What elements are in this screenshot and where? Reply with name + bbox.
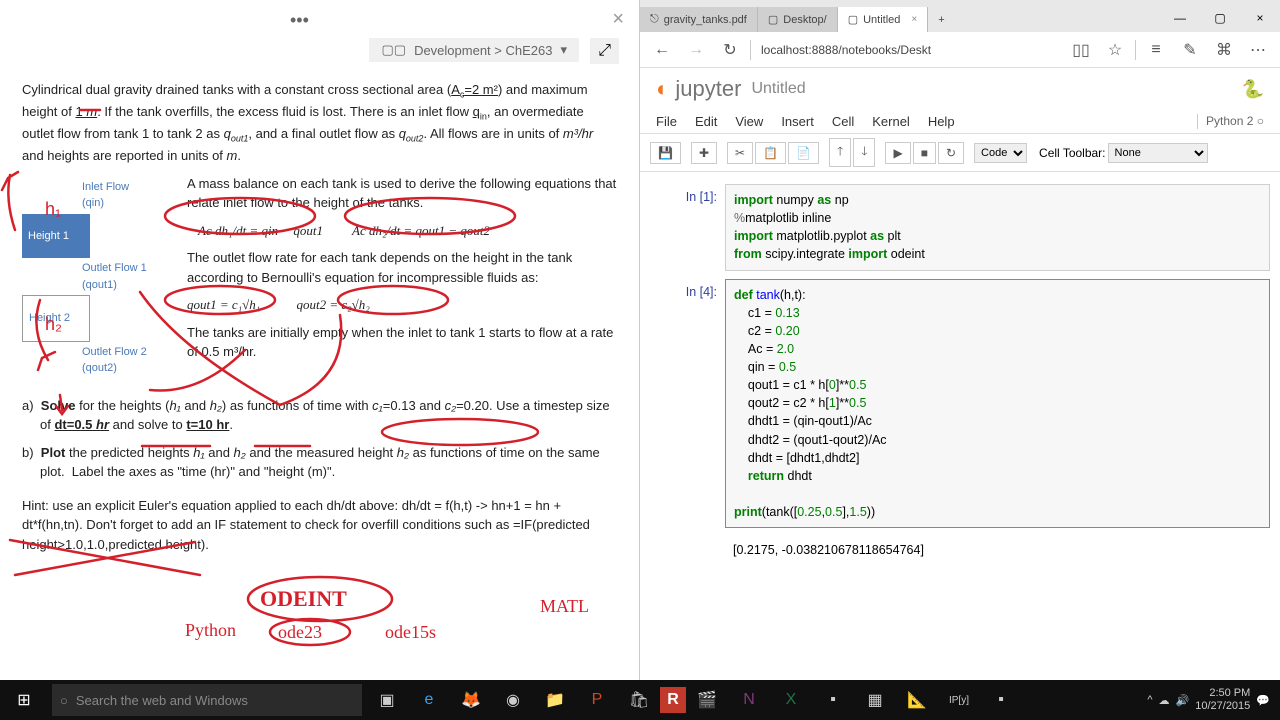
- breadcrumb-text: Development > ChE263: [414, 43, 552, 58]
- toolbar: 💾 ✚ ✂ 📋 📄 🡑 🡓 ▶ ■ ↻ Code Cell Toolbar: N…: [640, 134, 1280, 172]
- app-icon[interactable]: ▦: [854, 680, 896, 720]
- add-cell-button[interactable]: ✚: [691, 142, 717, 164]
- output-cell: [0.2175, -0.038210678118654764]: [650, 536, 1270, 566]
- move-up-button[interactable]: 🡑: [829, 138, 851, 167]
- menu-insert[interactable]: Insert: [781, 114, 814, 129]
- terminal-icon[interactable]: ▪: [980, 680, 1022, 720]
- move-down-button[interactable]: 🡓: [853, 138, 875, 167]
- menu-kernel[interactable]: Kernel: [872, 114, 910, 129]
- intro-text: Cylindrical dual gravity drained tanks w…: [22, 80, 617, 166]
- new-tab-button[interactable]: +: [928, 8, 954, 32]
- browser-tabs: ⎋gravity_tanks.pdf ▢Desktop/ ▢Untitled× …: [640, 0, 1280, 32]
- system-tray[interactable]: ^ ☁ 🔊 2:50 PM 10/27/2015 💬: [1147, 687, 1280, 713]
- prompt: In [1]:: [650, 184, 725, 271]
- explorer-icon[interactable]: 📁: [534, 680, 576, 720]
- onedrive-icon[interactable]: ☁: [1159, 694, 1170, 707]
- menu-cell[interactable]: Cell: [832, 114, 854, 129]
- celltoolbar-label: Cell Toolbar:: [1039, 146, 1105, 160]
- matlab-icon[interactable]: 📐: [896, 680, 938, 720]
- favorite-icon[interactable]: ☆: [1101, 36, 1129, 64]
- menubar: File Edit View Insert Cell Kernel Help P…: [640, 110, 1280, 134]
- menu-edit[interactable]: Edit: [695, 114, 717, 129]
- notebook-area[interactable]: In [1]: import numpy as np%matplotlib in…: [640, 172, 1280, 680]
- chevron-down-icon: ▾: [560, 42, 567, 58]
- more-icon[interactable]: ⋯: [1244, 36, 1272, 64]
- breadcrumb[interactable]: ▢▢ Development > ChE263 ▾: [369, 38, 579, 62]
- handwriting-ode15s: ode15s: [385, 622, 436, 643]
- stop-button[interactable]: ■: [913, 142, 936, 164]
- clock[interactable]: 2:50 PM 10/27/2015: [1195, 687, 1250, 713]
- edge-icon[interactable]: e: [408, 680, 450, 720]
- camtasia-icon[interactable]: 🎬: [686, 680, 728, 720]
- hub-icon[interactable]: ≡: [1142, 36, 1170, 64]
- restart-button[interactable]: ↻: [938, 142, 964, 164]
- close-button[interactable]: ×: [1240, 4, 1280, 32]
- menu-help[interactable]: Help: [928, 114, 955, 129]
- notebook-title[interactable]: Untitled: [751, 80, 805, 98]
- onenote-icon[interactable]: N: [728, 680, 770, 720]
- close-icon[interactable]: ×: [612, 8, 624, 31]
- browser-pane: ⎋gravity_tanks.pdf ▢Desktop/ ▢Untitled× …: [640, 0, 1280, 680]
- handwriting-matl: MATL: [540, 596, 589, 617]
- tab-pdf[interactable]: ⎋gravity_tanks.pdf: [640, 7, 758, 32]
- tab-desktop[interactable]: ▢Desktop/: [758, 7, 838, 32]
- cmd-icon[interactable]: ▪: [812, 680, 854, 720]
- handwriting-odeint: ODEINT: [260, 586, 347, 612]
- share-icon[interactable]: ⌘: [1210, 36, 1238, 64]
- python-icon: 🐍: [1242, 79, 1264, 100]
- book-icon: ▢▢: [381, 42, 406, 58]
- code-cell[interactable]: In [1]: import numpy as np%matplotlib in…: [650, 184, 1270, 271]
- chrome-icon[interactable]: ◉: [492, 680, 534, 720]
- store-icon[interactable]: 🛍: [618, 680, 660, 720]
- firefox-icon[interactable]: 🦊: [450, 680, 492, 720]
- refresh-icon[interactable]: ↻: [716, 36, 744, 64]
- r-icon[interactable]: R: [660, 687, 686, 713]
- chevron-up-icon[interactable]: ^: [1147, 694, 1152, 706]
- tank-diagram: Inlet Flow (qin) Height 1 Outlet Flow 1 …: [22, 179, 167, 377]
- cell-input[interactable]: def tank(h,t): c1 = 0.13 c2 = 0.20 Ac = …: [725, 279, 1270, 529]
- expand-icon[interactable]: ⤢: [590, 38, 619, 64]
- handwriting-ode23: ode23: [278, 622, 322, 643]
- ipython-icon[interactable]: IP[y]: [938, 680, 980, 720]
- jupyter-logo[interactable]: ◐ jupyter: [656, 76, 741, 102]
- address-bar: ← → ↻ localhost:8888/notebooks/Deskt ▯▯ …: [640, 32, 1280, 68]
- search-input[interactable]: ○ Search the web and Windows: [52, 684, 362, 716]
- note-body: Cylindrical dual gravity drained tanks w…: [0, 60, 639, 582]
- forward-icon[interactable]: →: [682, 36, 710, 64]
- copy-button[interactable]: 📋: [755, 142, 786, 164]
- note-pane: ••• × ▢▢ Development > ChE263 ▾ ⤢ Cylind…: [0, 0, 640, 680]
- task-view-icon[interactable]: ▣: [366, 680, 408, 720]
- menu-file[interactable]: File: [656, 114, 677, 129]
- cell-output: [0.2175, -0.038210678118654764]: [725, 536, 1270, 566]
- code-cell[interactable]: In [4]: def tank(h,t): c1 = 0.13 c2 = 0.…: [650, 279, 1270, 529]
- volume-icon[interactable]: 🔊: [1176, 694, 1190, 707]
- excel-icon[interactable]: X: [770, 680, 812, 720]
- cell-input[interactable]: import numpy as np%matplotlib inlineimpo…: [725, 184, 1270, 271]
- prompt: In [4]:: [650, 279, 725, 529]
- save-button[interactable]: 💾: [650, 142, 681, 164]
- minimize-button[interactable]: —: [1160, 4, 1200, 32]
- handwriting-python: Python: [185, 620, 236, 641]
- url-input[interactable]: localhost:8888/notebooks/Deskt: [757, 39, 1061, 61]
- kernel-indicator: Python 2 ○: [1197, 114, 1264, 129]
- ppt-icon[interactable]: P: [576, 680, 618, 720]
- note-icon[interactable]: ✎: [1176, 36, 1204, 64]
- taskbar: ⊞ ○ Search the web and Windows ▣ e 🦊 ◉ 📁…: [0, 680, 1280, 720]
- menu-view[interactable]: View: [735, 114, 763, 129]
- celltoolbar-select[interactable]: None: [1108, 143, 1208, 163]
- jupyter-header: ◐ jupyter Untitled 🐍: [640, 68, 1280, 110]
- notifications-icon[interactable]: 💬: [1256, 694, 1270, 707]
- back-icon[interactable]: ←: [648, 36, 676, 64]
- reading-icon[interactable]: ▯▯: [1067, 36, 1095, 64]
- maximize-button[interactable]: ▢: [1200, 4, 1240, 32]
- tab-untitled[interactable]: ▢Untitled×: [838, 7, 929, 32]
- run-button[interactable]: ▶: [885, 142, 910, 164]
- start-button[interactable]: ⊞: [0, 680, 48, 720]
- cut-button[interactable]: ✂: [727, 142, 753, 164]
- close-icon[interactable]: ×: [911, 14, 917, 25]
- celltype-select[interactable]: Code: [974, 143, 1027, 163]
- paste-button[interactable]: 📄: [788, 142, 819, 164]
- more-icon[interactable]: •••: [290, 10, 309, 31]
